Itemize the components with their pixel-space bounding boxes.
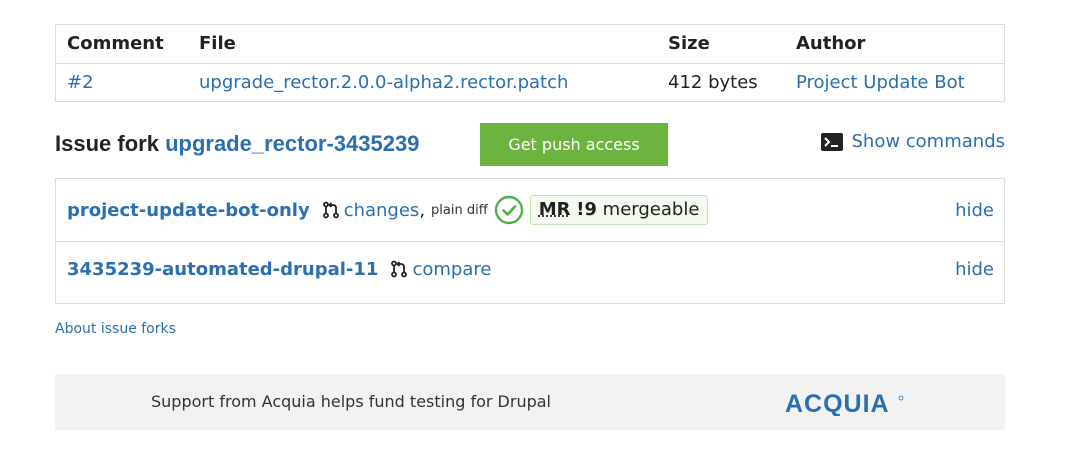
hide-branch-link[interactable]: hide <box>955 242 994 296</box>
compare-link[interactable]: compare <box>412 259 491 280</box>
svg-text:ACQUIA: ACQUIA <box>785 390 890 416</box>
files-table: Comment File Size Author #2 upgrade_rect… <box>55 24 1005 102</box>
mr-label: MR <box>538 199 571 220</box>
header-file: File <box>199 33 236 54</box>
sponsor-banner: Support from Acquia helps fund testing f… <box>55 374 1005 430</box>
terminal-icon <box>821 133 844 151</box>
issue-fork-title: Issue fork upgrade_rector-3435239 <box>55 128 419 160</box>
acquia-logo[interactable]: ACQUIA <box>785 390 905 416</box>
branch-name-link[interactable]: project-update-bot-only <box>67 200 310 221</box>
mr-status-badge[interactable]: MR !9 mergeable <box>529 195 709 225</box>
branch-row: 3435239-automated-drupal-11 compare hide <box>56 242 1004 296</box>
about-issue-forks-link[interactable]: About issue forks <box>55 321 176 337</box>
sponsor-text: Support from Acquia helps fund testing f… <box>151 392 551 411</box>
merge-request-icon <box>391 260 408 278</box>
plain-diff-link[interactable]: plain diff <box>431 203 488 218</box>
header-author: Author <box>796 33 866 54</box>
header-comment: Comment <box>67 33 164 54</box>
issue-fork-label: Issue fork <box>55 131 159 156</box>
separator: , <box>419 199 426 221</box>
mr-status: mergeable <box>602 199 700 220</box>
hide-branch-link[interactable]: hide <box>955 179 994 241</box>
fork-name-link[interactable]: upgrade_rector-3435239 <box>165 131 419 156</box>
file-link[interactable]: upgrade_rector.2.0.0-alpha2.rector.patch <box>199 64 568 102</box>
files-table-header: Comment File Size Author <box>56 25 1004 64</box>
check-circle-icon <box>494 195 523 225</box>
show-commands-label: Show commands <box>851 131 1005 152</box>
show-commands-link[interactable]: Show commands <box>821 128 1005 156</box>
author-link[interactable]: Project Update Bot <box>796 64 965 102</box>
branch-name-link[interactable]: 3435239-automated-drupal-11 <box>67 259 378 280</box>
header-size: Size <box>668 33 710 54</box>
get-push-access-button[interactable]: Get push access <box>480 123 668 166</box>
merge-request-icon <box>322 201 339 219</box>
comment-link[interactable]: #2 <box>67 64 94 102</box>
file-size: 412 bytes <box>668 72 758 93</box>
mr-number: !9 <box>576 199 597 220</box>
table-row: #2 upgrade_rector.2.0.0-alpha2.rector.pa… <box>56 64 1004 102</box>
branches-list: project-update-bot-only changes , plain … <box>55 178 1005 304</box>
changes-link[interactable]: changes <box>344 200 420 221</box>
branch-row: project-update-bot-only changes , plain … <box>56 179 1004 242</box>
